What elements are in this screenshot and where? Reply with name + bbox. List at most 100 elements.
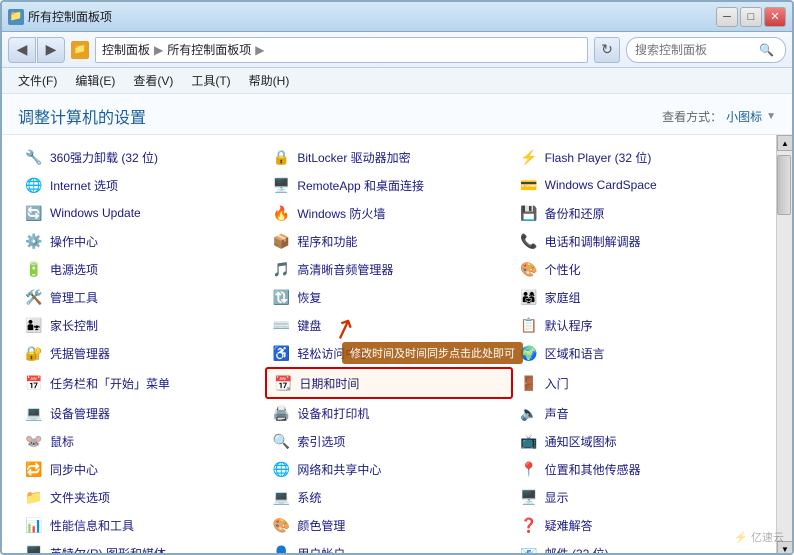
item-icon: 🎨 <box>271 515 291 535</box>
list-item[interactable]: 🔍 索引选项 <box>265 427 512 455</box>
refresh-button[interactable]: ↻ <box>594 37 620 63</box>
item-icon: 🖥️ <box>519 487 539 507</box>
item-icon: 📊 <box>24 515 44 535</box>
item-icon: 🖥️ <box>24 543 44 555</box>
list-item[interactable]: 🔋 电源选项 <box>18 255 265 283</box>
list-item[interactable]: 💻 系统 <box>265 483 512 511</box>
list-item[interactable]: 🔁 同步中心 <box>18 455 265 483</box>
list-item[interactable]: 🖥️ RemoteApp 和桌面连接 <box>265 171 512 199</box>
item-label: Windows 防火墙 <box>297 205 385 222</box>
list-item[interactable]: ♿ 轻松访问中心 <box>265 339 512 367</box>
item-icon: 🔒 <box>271 147 291 167</box>
list-item[interactable]: 🔥 Windows 防火墙 <box>265 199 512 227</box>
list-item[interactable]: 📊 性能信息和工具 <box>18 511 265 539</box>
maximize-button[interactable]: □ <box>740 7 762 27</box>
list-item[interactable]: 🔃 恢复 <box>265 283 512 311</box>
list-item[interactable]: 📧 邮件 (32 位) <box>513 539 760 555</box>
item-icon: 💾 <box>519 203 539 223</box>
item-icon: 🔍 <box>271 431 291 451</box>
item-label: Windows Update <box>50 206 141 220</box>
list-item[interactable]: 🌐 Internet 选项 <box>18 171 265 199</box>
list-item[interactable]: 🎨 个性化 <box>513 255 760 283</box>
list-item[interactable]: 🔈 声音 <box>513 399 760 427</box>
list-item[interactable]: 📦 程序和功能 <box>265 227 512 255</box>
window-title: 所有控制面板项 <box>28 8 112 25</box>
forward-button[interactable]: ▶ <box>37 37 65 63</box>
list-item[interactable]: 📋 默认程序 <box>513 311 760 339</box>
item-label: 通知区域图标 <box>545 433 617 450</box>
menu-tools[interactable]: 工具(T) <box>183 70 238 91</box>
item-label: 凭据管理器 <box>50 345 110 362</box>
close-button[interactable]: ✕ <box>764 7 786 27</box>
back-button[interactable]: ◀ <box>8 37 36 63</box>
item-label: 360强力卸载 (32 位) <box>50 149 158 166</box>
item-icon: 🔧 <box>24 147 44 167</box>
item-label: 电话和调制解调器 <box>545 233 641 250</box>
item-label: 鼠标 <box>50 433 74 450</box>
item-icon: ⌨️ <box>271 315 291 335</box>
item-label: 默认程序 <box>545 317 593 334</box>
main-area: 调整计算机的设置 查看方式： 小图标 ▼ 🔧 360强力卸载 (32 位) <box>2 94 792 555</box>
list-item[interactable]: 📍 位置和其他传感器 <box>513 455 760 483</box>
items-grid: 🔧 360强力卸载 (32 位) 🔒 BitLocker 驱动器加密 ⚡ Fla… <box>2 135 776 555</box>
list-item[interactable]: 🎨 颜色管理 <box>265 511 512 539</box>
datetime-item[interactable]: 📆 日期和时间 <box>265 367 512 399</box>
list-item[interactable]: 🖥️ 英特尔(R) 图形和媒体 <box>18 539 265 555</box>
vertical-scrollbar[interactable]: ▲ ▼ <box>776 135 792 555</box>
list-item[interactable]: ⚡ Flash Player (32 位) <box>513 143 760 171</box>
datetime-label: 日期和时间 <box>299 375 359 392</box>
item-icon: 🔄 <box>24 203 44 223</box>
view-option[interactable]: 小图标 <box>726 108 762 125</box>
address-path[interactable]: 控制面板 ▶ 所有控制面板项 ▶ <box>95 37 588 63</box>
item-icon: 👨‍👧 <box>24 315 44 335</box>
item-icon: 📋 <box>519 315 539 335</box>
scroll-up-button[interactable]: ▲ <box>777 135 792 151</box>
list-item[interactable]: 🔐 凭据管理器 <box>18 339 265 367</box>
list-item[interactable]: ⚙️ 操作中心 <box>18 227 265 255</box>
item-icon: 📧 <box>519 543 539 555</box>
list-item[interactable]: 📅 任务栏和「开始」菜单 <box>18 367 265 399</box>
title-bar: 📁 所有控制面板项 ─ □ ✕ <box>2 2 792 32</box>
list-item[interactable]: 📺 通知区域图标 <box>513 427 760 455</box>
list-item[interactable]: 🖨️ 设备和打印机 <box>265 399 512 427</box>
list-item[interactable]: 👤 用户帐户 <box>265 539 512 555</box>
list-item[interactable]: 🚪 入门 <box>513 367 760 399</box>
item-label: 备份和还原 <box>545 205 605 222</box>
item-icon: 🌍 <box>519 343 539 363</box>
list-item[interactable]: ❓ 疑难解答 <box>513 511 760 539</box>
item-icon: 📅 <box>24 373 44 393</box>
content-scroll-area: 🔧 360强力卸载 (32 位) 🔒 BitLocker 驱动器加密 ⚡ Fla… <box>2 135 792 555</box>
list-item[interactable]: 📞 电话和调制解调器 <box>513 227 760 255</box>
list-item[interactable]: 💳 Windows CardSpace <box>513 171 760 199</box>
list-item[interactable]: 🔄 Windows Update <box>18 199 265 227</box>
minimize-button[interactable]: ─ <box>716 7 738 27</box>
search-input[interactable] <box>635 43 755 57</box>
list-item[interactable]: 🛠️ 管理工具 <box>18 283 265 311</box>
search-box[interactable]: 🔍 <box>626 37 786 63</box>
menu-view[interactable]: 查看(V) <box>125 70 181 91</box>
list-item[interactable]: 📁 文件夹选项 <box>18 483 265 511</box>
menu-file[interactable]: 文件(F) <box>10 70 65 91</box>
list-item[interactable]: ⌨️ 键盘 <box>265 311 512 339</box>
menu-edit[interactable]: 编辑(E) <box>67 70 123 91</box>
item-label: 文件夹选项 <box>50 489 110 506</box>
list-item[interactable]: 🖥️ 显示 <box>513 483 760 511</box>
list-item[interactable]: 💾 备份和还原 <box>513 199 760 227</box>
list-item[interactable]: 🌐 网络和共享中心 <box>265 455 512 483</box>
list-item[interactable]: 👨‍👩‍👧 家庭组 <box>513 283 760 311</box>
list-item[interactable]: 🎵 高清晰音频管理器 <box>265 255 512 283</box>
item-icon: 🔁 <box>24 459 44 479</box>
menu-help[interactable]: 帮助(H) <box>241 70 298 91</box>
list-item[interactable]: 🔧 360强力卸载 (32 位) <box>18 143 265 171</box>
scroll-track[interactable] <box>777 151 792 541</box>
scroll-thumb[interactable] <box>777 155 791 215</box>
list-item[interactable]: 🔒 BitLocker 驱动器加密 <box>265 143 512 171</box>
item-label: Flash Player (32 位) <box>545 149 652 166</box>
list-item[interactable]: 💻 设备管理器 <box>18 399 265 427</box>
scroll-down-button[interactable]: ▼ <box>777 541 792 555</box>
list-item[interactable]: 👨‍👧 家长控制 <box>18 311 265 339</box>
item-label: Internet 选项 <box>50 177 118 194</box>
list-item[interactable]: 🌍 区域和语言 <box>513 339 760 367</box>
list-item[interactable]: 🐭 鼠标 <box>18 427 265 455</box>
content-panel: 调整计算机的设置 查看方式： 小图标 ▼ 🔧 360强力卸载 (32 位) <box>2 94 792 555</box>
